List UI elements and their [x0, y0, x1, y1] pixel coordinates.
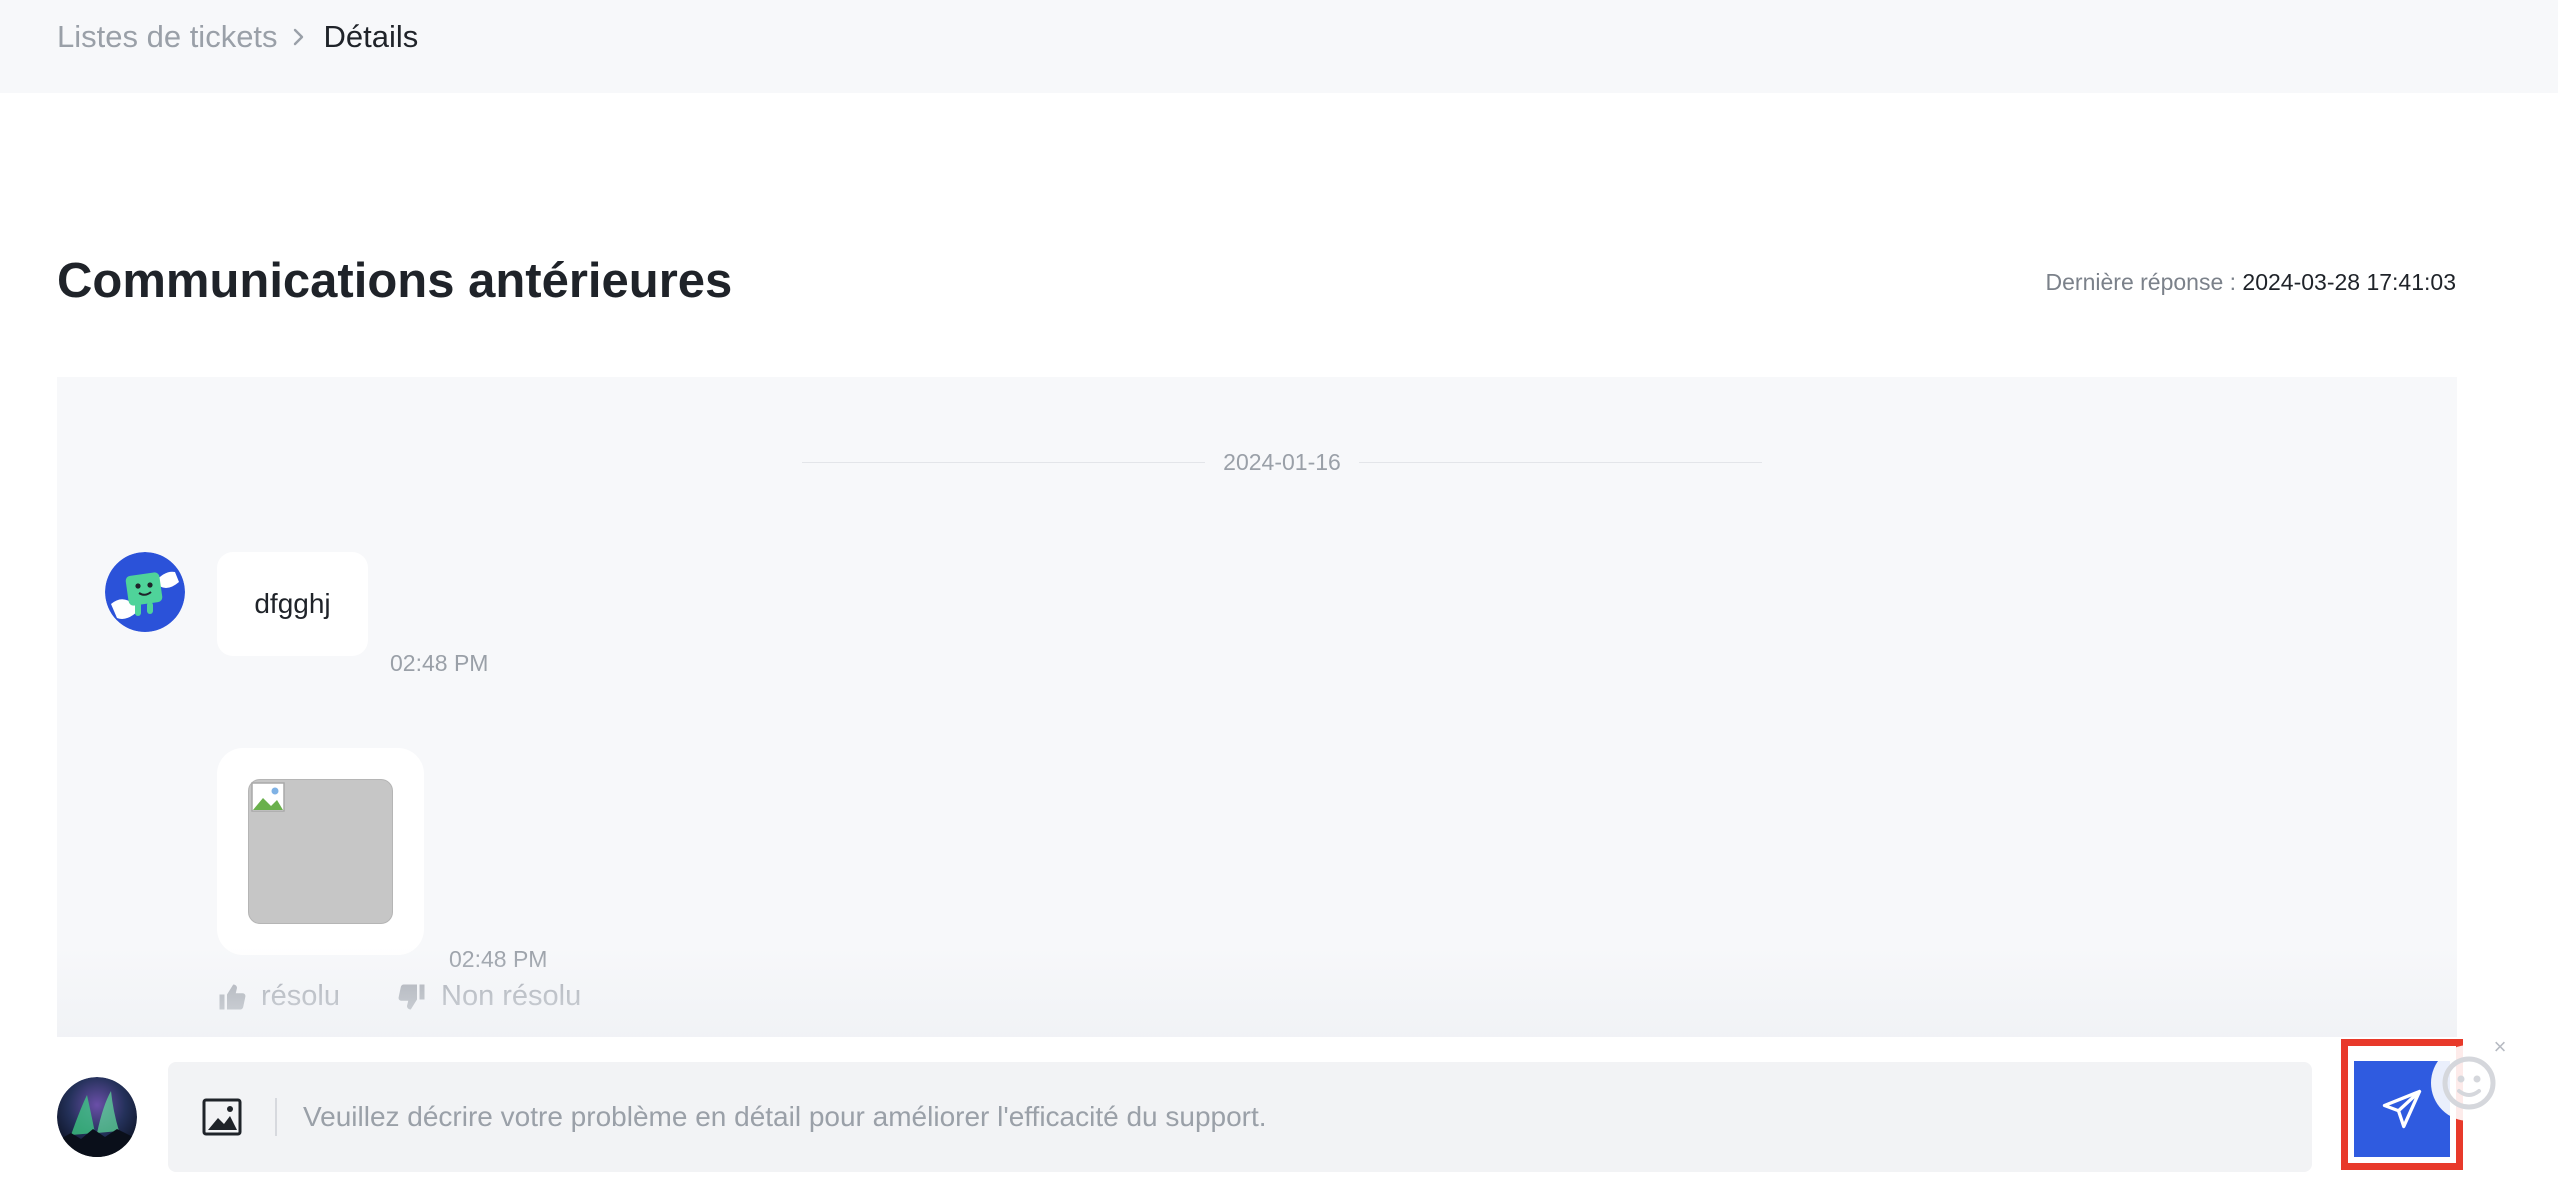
date-separator-label: 2024-01-16 — [1223, 449, 1341, 475]
top-bar: Listes de tickets Détails — [0, 0, 2558, 93]
chat-history[interactable]: 2024-01-16 dfgghj 02:48 PM 02:48 PM réso… — [57, 377, 2457, 1037]
date-separator: 2024-01-16 — [802, 449, 1762, 476]
message-text: dfgghj — [254, 588, 331, 619]
close-icon[interactable]: × — [2487, 1034, 2513, 1060]
image-message-bubble[interactable] — [217, 748, 424, 955]
broken-image-icon — [251, 782, 285, 812]
last-reply-value: 2024-03-28 17:41:03 — [2242, 269, 2456, 295]
resolved-label: résolu — [261, 980, 340, 1012]
thumbs-down-icon — [398, 984, 425, 1009]
user-avatar — [57, 1077, 137, 1157]
divider — [275, 1098, 277, 1136]
thumbs-up-icon — [219, 984, 246, 1009]
image-icon[interactable] — [202, 1098, 242, 1136]
last-reply-label: Dernière réponse : — [2045, 269, 2237, 295]
support-avatar — [105, 552, 185, 632]
breadcrumb-current: Détails — [323, 19, 419, 54]
unresolved-label: Non résolu — [441, 980, 582, 1012]
divider — [802, 462, 1206, 463]
message-time: 02:48 PM — [449, 946, 548, 972]
divider — [1358, 462, 1762, 463]
last-reply-info: Dernière réponse : 2024-03-28 17:41:03 — [2046, 269, 2456, 296]
breadcrumb: Listes de tickets Détails — [57, 19, 418, 55]
unresolved-button[interactable]: Non résolu — [397, 980, 581, 1013]
section-title: Communications antérieures — [57, 254, 733, 308]
message-input[interactable] — [303, 1062, 2293, 1172]
send-icon — [2382, 1089, 2422, 1129]
resolved-button[interactable]: résolu — [217, 980, 340, 1013]
chevron-right-icon — [292, 28, 310, 46]
breadcrumb-parent-link[interactable]: Listes de tickets — [57, 19, 278, 55]
message-time: 02:48 PM — [390, 650, 489, 676]
message-input-container — [168, 1062, 2312, 1172]
attached-image[interactable] — [248, 779, 393, 924]
message-bubble: dfgghj — [217, 552, 368, 656]
